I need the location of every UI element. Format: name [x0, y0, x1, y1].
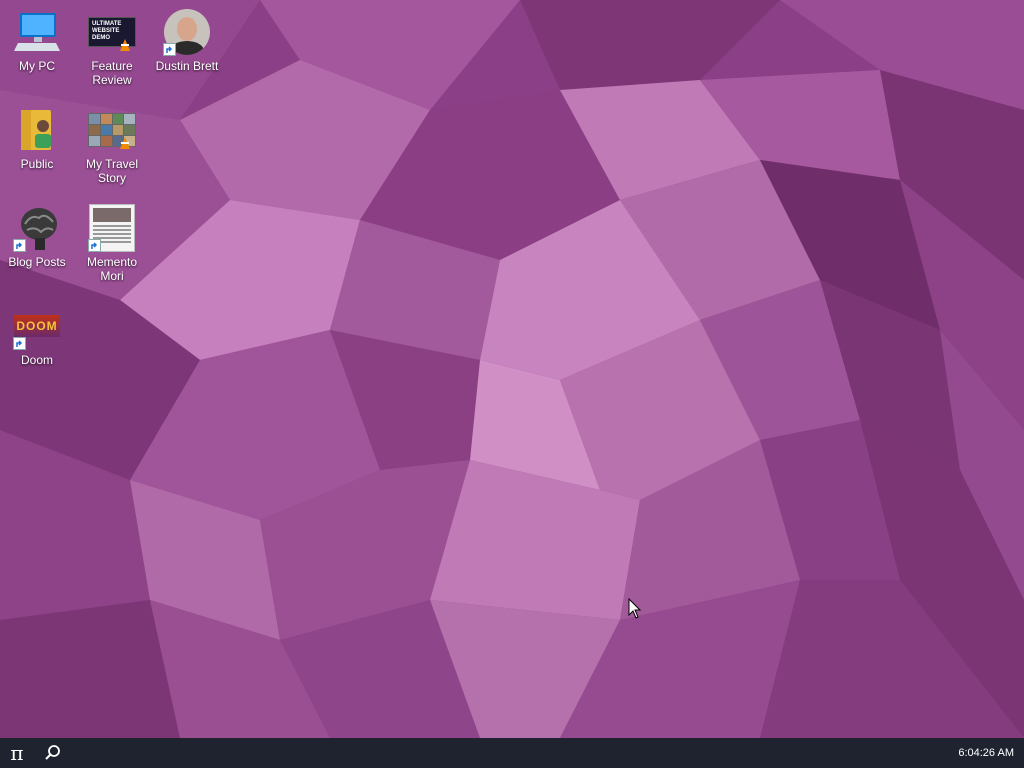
shortcut-arrow-icon: [88, 239, 101, 252]
desktop-icon-label: Public: [20, 157, 54, 171]
desktop-icon-feature-review[interactable]: ULTIMATE WEBSITE DEMO Feature Review: [76, 8, 148, 87]
document-thumbnail-icon: [88, 204, 136, 252]
video-thumbnail-icon: [88, 106, 136, 154]
avatar: [163, 8, 211, 56]
vlc-cone-icon: [120, 137, 130, 149]
shortcut-arrow-icon: [13, 239, 26, 252]
shortcut-arrow-icon: [163, 43, 176, 56]
computer-icon: [13, 8, 61, 56]
desktop-icon-label: Memento Mori: [86, 255, 138, 283]
desktop-icon-label: Doom: [20, 353, 53, 367]
vlc-cone-icon: [120, 39, 130, 51]
desktop-icon-my-travel-story[interactable]: My Travel Story: [76, 106, 148, 185]
desktop-icon-dustin-brett[interactable]: Dustin Brett: [151, 8, 223, 73]
shortcut-arrow-icon: [13, 337, 26, 350]
desktop-icon-doom[interactable]: DOOM Doom: [1, 302, 73, 367]
desktop-icon-label: My PC: [19, 59, 55, 73]
search-icon: [45, 745, 60, 760]
desktop-icon-blog-posts[interactable]: Blog Posts: [1, 204, 73, 269]
taskbar-clock[interactable]: 6:04:26 AM: [958, 738, 1014, 768]
start-button[interactable]: π: [0, 738, 34, 768]
taskbar: π 6:04:26 AM: [0, 738, 1024, 768]
desktop-icon-label: My Travel Story: [85, 157, 138, 185]
desktop-icon-public[interactable]: Public: [1, 106, 73, 171]
desktop-icon-label: Feature Review: [91, 59, 133, 87]
brain-icon: [13, 204, 61, 252]
desktop-icon-my-pc[interactable]: My PC: [1, 8, 73, 73]
desktop-icon-label: Blog Posts: [8, 255, 66, 269]
pi-icon: π: [10, 741, 24, 765]
video-thumbnail-icon: ULTIMATE WEBSITE DEMO: [88, 8, 136, 56]
search-button[interactable]: [36, 738, 70, 768]
desktop-wallpaper: [0, 0, 1024, 738]
folder-icon: [13, 106, 61, 154]
desktop-icon-label: Dustin Brett: [155, 59, 219, 73]
mouse-cursor-icon: [628, 598, 642, 619]
desktop-icon-memento-mori[interactable]: Memento Mori: [76, 204, 148, 283]
doom-logo-icon: DOOM: [13, 302, 61, 350]
